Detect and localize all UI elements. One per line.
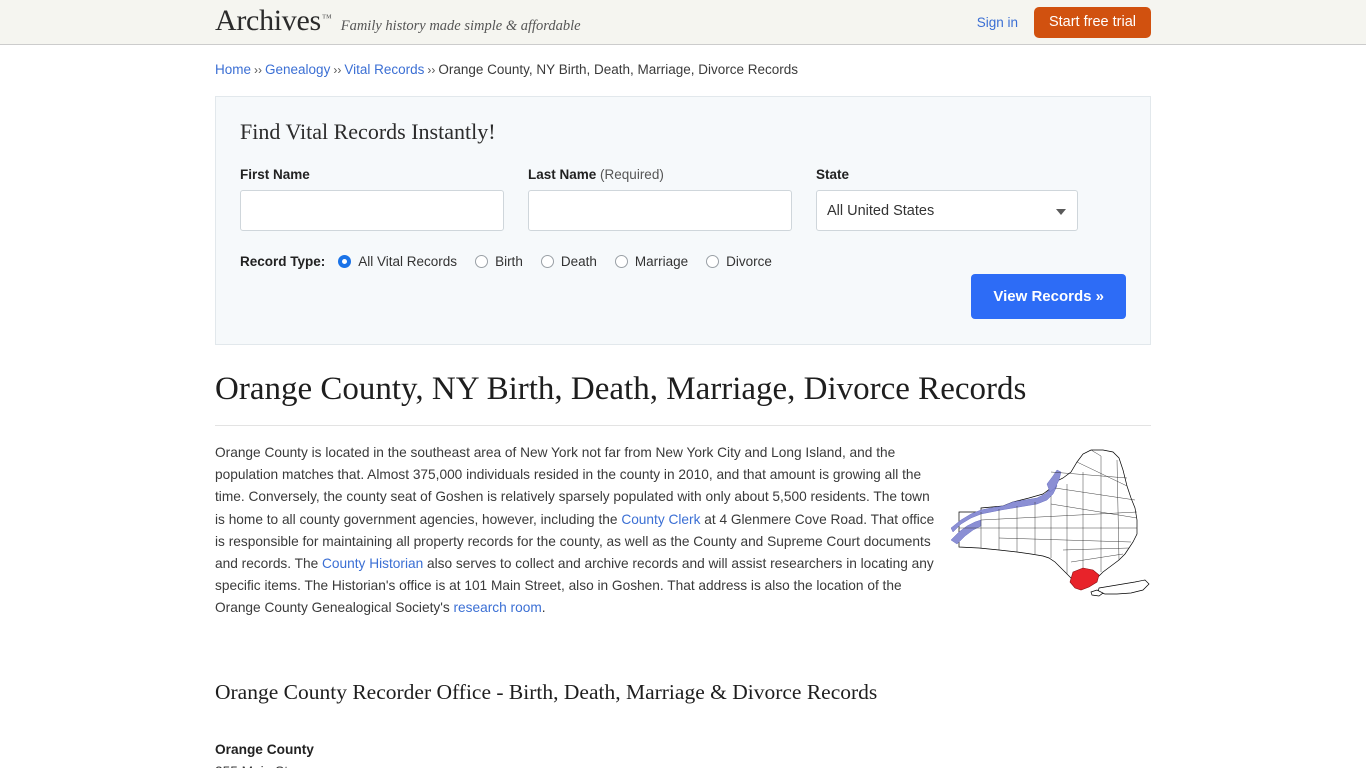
first-name-input[interactable] [240,190,504,231]
title-divider [215,424,1151,426]
county-historian-link[interactable]: County Historian [322,556,423,571]
radio-label: Birth [495,254,523,269]
paragraph-text: . [541,600,546,616]
breadcrumb-separator: ›› [254,63,263,77]
last-name-field-group: Last Name (Required) [528,167,792,231]
breadcrumb-item-current: Orange County, NY Birth, Death, Marriage… [438,62,799,77]
state-select-wrapper: All United States [816,190,1078,231]
article-body: Orange County is located in the southeas… [215,442,1151,620]
breadcrumb-separator: ›› [427,63,436,77]
site-logo[interactable]: Archives ™ Family history made simple & a… [215,6,581,36]
radio-label: Death [560,254,597,269]
address-street: 255 Main St [215,761,1151,768]
map-svg [950,449,1150,597]
brand-tagline: Family history made simple & affordable [340,18,581,34]
address-name: Orange County [215,741,314,757]
research-room-link[interactable]: research room [453,600,541,615]
radio-label: Marriage [634,254,689,269]
page-container: Home ›› Genealogy ›› Vital Records ›› Orange C… [215,45,1151,768]
state-label: State [816,167,850,182]
brand-name: Archives [215,4,321,37]
breadcrumb: Home ›› Genealogy ›› Vital Records ›› Orange C… [215,45,1151,77]
recorder-office-heading: Orange County Recorder Office - Birth, D… [215,679,878,704]
site-header: Archives ™ Family history made simple & a… [0,0,1366,45]
last-name-input[interactable] [528,190,792,231]
state-field-group: State All United States [816,167,1078,231]
orange-county-highlight [1069,567,1100,591]
trademark-icon: ™ [321,13,332,24]
submit-row: View Records » [971,274,1126,319]
radio-all-vital-records[interactable]: All Vital Records [338,254,457,269]
radio-label: Divorce [726,254,772,269]
radio-label: All Vital Records [358,254,458,269]
breadcrumb-separator: ›› [333,63,342,77]
search-panel-title: Find Vital Records Instantly! [240,119,496,144]
radio-icon[interactable] [475,255,489,268]
last-name-label: Last Name (Required) [528,167,792,182]
view-records-button[interactable]: View Records » [971,274,1126,319]
breadcrumb-item-genealogy[interactable]: Genealogy [265,62,330,77]
radio-marriage[interactable]: Marriage [614,254,689,269]
page-title: Orange County, NY Birth, Death, Marriage… [215,371,1027,407]
radio-icon[interactable] [706,255,720,268]
sign-in-link[interactable]: Sign in [977,15,1018,30]
last-name-label-text: Last Name [528,167,597,182]
new-york-county-map [950,442,1151,602]
recorder-office-address: Orange County 255 Main St Goshen, NY 109… [215,739,1151,768]
header-actions: Sign in Start free trial [977,0,1151,45]
county-clerk-link[interactable]: County Clerk [621,512,700,527]
radio-birth[interactable]: Birth [475,254,523,269]
record-type-row: Record Type: All Vital Records Birth Dea… [240,254,1126,269]
breadcrumb-item-vital-records[interactable]: Vital Records [344,62,424,77]
vital-records-search-panel: Find Vital Records Instantly! First Name… [215,96,1151,345]
state-select[interactable]: All United States [816,190,1078,231]
record-type-label: Record Type: [240,254,326,269]
last-name-required-note: (Required) [600,167,664,182]
first-name-field-group: First Name [240,167,504,231]
first-name-label: First Name [240,167,310,182]
start-free-trial-button[interactable]: Start free trial [1033,6,1151,39]
breadcrumb-item-home[interactable]: Home [215,62,251,77]
search-fields-row: First Name Last Name (Required) State Al… [240,167,1126,231]
radio-icon[interactable] [540,255,554,268]
radio-divorce[interactable]: Divorce [706,254,772,269]
header-inner: Archives ™ Family history made simple & a… [215,0,1151,45]
radio-death[interactable]: Death [540,254,597,269]
radio-icon[interactable] [614,255,628,268]
radio-icon[interactable] [338,255,352,268]
